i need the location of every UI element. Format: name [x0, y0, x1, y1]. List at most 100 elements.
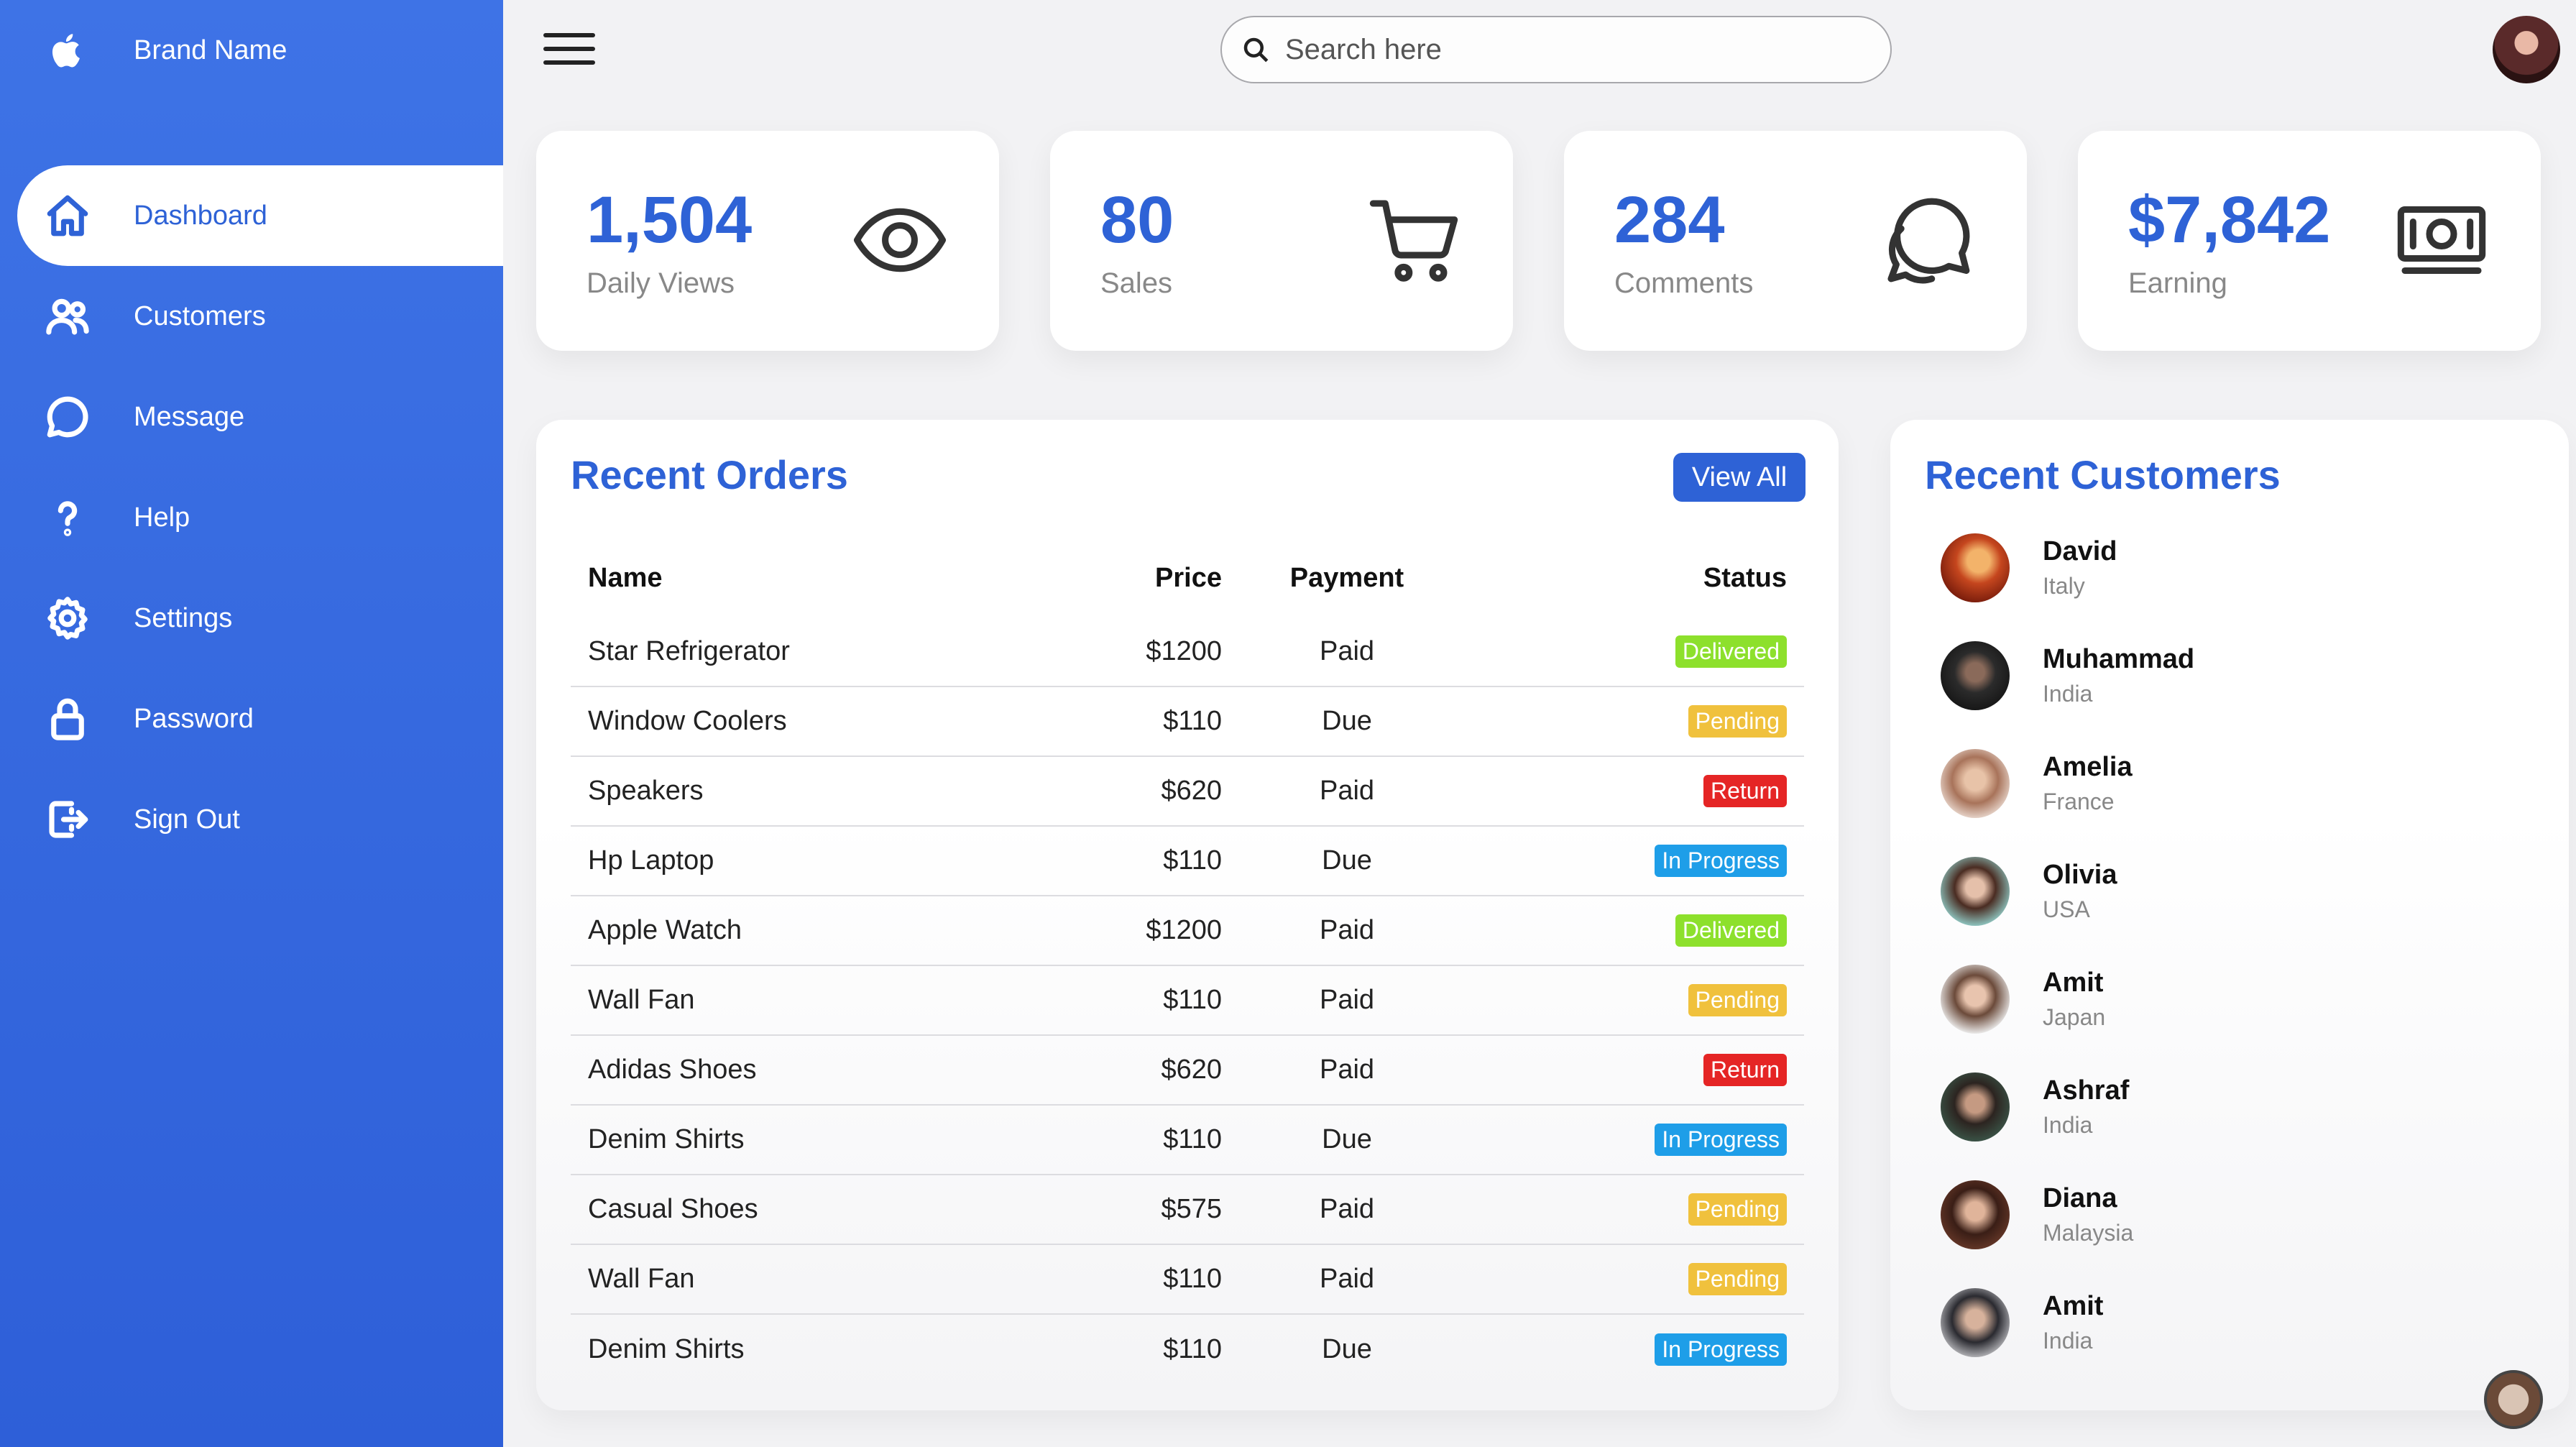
table-row[interactable]: Apple Watch $1200 Paid Delivered: [571, 896, 1804, 966]
sidebar-item-label: Customers: [134, 300, 266, 331]
order-name: Hp Laptop: [571, 826, 1016, 896]
menu-toggle-button[interactable]: [540, 27, 598, 70]
customer-avatar: [1941, 1072, 2010, 1141]
customer-avatar: [1941, 965, 2010, 1034]
sidebar-item-customers[interactable]: Customers: [17, 266, 503, 367]
sidebar-item-help[interactable]: Help: [17, 467, 503, 568]
table-row[interactable]: Denim Shirts $110 Due In Progress: [571, 1105, 1804, 1175]
status-badge: Return: [1703, 775, 1787, 807]
recent-orders-title: Recent Orders: [571, 452, 848, 497]
customer-name: David: [2043, 536, 2117, 566]
table-row[interactable]: Adidas Shoes $620 Paid Return: [571, 1035, 1804, 1106]
apple-logo-icon: [17, 0, 118, 101]
table-row[interactable]: Casual Shoes $575 Paid Pending: [571, 1175, 1804, 1245]
order-price: $110: [1016, 1244, 1239, 1315]
comments-icon: [1879, 191, 1977, 289]
customer-name: Amelia: [2043, 752, 2133, 782]
column-header-status: Status: [1703, 562, 1787, 593]
stat-value: 80: [1100, 183, 1174, 257]
sidebar-item-password[interactable]: Password: [17, 669, 503, 769]
user-avatar[interactable]: [2493, 16, 2560, 83]
customer-info: Ashraf India: [2043, 1075, 2129, 1139]
order-payment: Paid: [1239, 756, 1455, 827]
order-price: $110: [1016, 1105, 1239, 1175]
list-item[interactable]: Olivia USA: [1941, 848, 2530, 934]
hamburger-icon: [543, 47, 595, 51]
customer-info: David Italy: [2043, 536, 2117, 600]
customer-name: Olivia: [2043, 860, 2117, 890]
order-price: $1200: [1016, 617, 1239, 687]
order-price: $575: [1016, 1175, 1239, 1245]
stat-card-earning[interactable]: $7,842 Earning: [2078, 131, 2541, 351]
stat-label: Daily Views: [586, 267, 735, 299]
stat-card-comments[interactable]: 284 Comments: [1564, 131, 2027, 351]
stat-card-sales[interactable]: 80 Sales: [1050, 131, 1513, 351]
order-name: Denim Shirts: [571, 1105, 1016, 1175]
cart-icon: [1365, 191, 1463, 289]
stat-value: 1,504: [586, 183, 753, 257]
table-row[interactable]: Wall Fan $110 Paid Pending: [571, 1244, 1804, 1315]
list-item[interactable]: Amit Japan: [1941, 956, 2530, 1042]
order-name: Speakers: [571, 756, 1016, 827]
status-badge: Delivered: [1675, 635, 1787, 668]
order-status-cell: Delivered: [1455, 617, 1804, 687]
sidebar: Brand Name Dashboard Customers Message H: [0, 0, 503, 1447]
list-item[interactable]: Amit India: [1941, 1280, 2530, 1366]
list-item[interactable]: Diana Malaysia: [1941, 1172, 2530, 1258]
order-status-cell: In Progress: [1455, 1314, 1804, 1384]
customer-info: Amelia France: [2043, 752, 2133, 815]
stat-label: Earning: [2128, 267, 2227, 299]
table-row[interactable]: Window Coolers $110 Due Pending: [571, 686, 1804, 757]
order-name: Wall Fan: [571, 965, 1016, 1036]
status-badge: Delivered: [1675, 914, 1787, 947]
sidebar-item-label: Sign Out: [134, 804, 240, 835]
table-header-row: Name Price Payment Status: [571, 539, 1804, 617]
list-item[interactable]: Amelia France: [1941, 740, 2530, 827]
sign-out-icon: [17, 769, 118, 870]
customer-country: India: [2043, 1112, 2093, 1138]
customer-avatar: [1941, 1288, 2010, 1357]
customer-name: Amit: [2043, 968, 2104, 998]
sidebar-item-sign-out[interactable]: Sign Out: [17, 769, 503, 870]
money-icon: [2393, 191, 2490, 289]
table-row[interactable]: Wall Fan $110 Paid Pending: [571, 965, 1804, 1036]
home-icon: [17, 165, 118, 266]
search-icon: [1243, 37, 1269, 63]
sidebar-item-message[interactable]: Message: [17, 367, 503, 467]
customer-country: Japan: [2043, 1004, 2106, 1030]
sidebar-item-label: Dashboard: [134, 200, 267, 231]
sidebar-item-dashboard[interactable]: Dashboard: [17, 165, 503, 266]
order-price: $620: [1016, 756, 1239, 827]
column-header-payment: Payment: [1289, 562, 1404, 593]
status-badge: Pending: [1688, 705, 1787, 738]
sidebar-item-settings[interactable]: Settings: [17, 568, 503, 669]
stat-label: Sales: [1100, 267, 1173, 299]
table-row[interactable]: Speakers $620 Paid Return: [571, 756, 1804, 827]
customer-country: India: [2043, 681, 2093, 707]
column-header-name: Name: [588, 562, 663, 593]
table-row[interactable]: Hp Laptop $110 Due In Progress: [571, 826, 1804, 896]
order-payment: Paid: [1239, 965, 1455, 1036]
list-item[interactable]: David Italy: [1941, 525, 2530, 611]
hamburger-icon: [543, 33, 595, 37]
order-name: Adidas Shoes: [571, 1035, 1016, 1106]
table-row[interactable]: Denim Shirts $110 Due In Progress: [571, 1314, 1804, 1384]
gear-icon: [17, 568, 118, 669]
customer-country: USA: [2043, 896, 2090, 922]
view-all-button[interactable]: View All: [1673, 453, 1806, 502]
customer-avatar: [1941, 749, 2010, 818]
sidebar-brand[interactable]: Brand Name: [17, 0, 503, 101]
stat-card-daily-views[interactable]: 1,504 Daily Views: [536, 131, 999, 351]
list-item[interactable]: Muhammad India: [1941, 633, 2530, 719]
status-badge: Pending: [1688, 1263, 1787, 1295]
status-badge: Return: [1703, 1054, 1787, 1086]
table-row[interactable]: Star Refrigerator $1200 Paid Delivered: [571, 617, 1804, 687]
status-badge: In Progress: [1655, 1124, 1787, 1156]
order-status-cell: Pending: [1455, 686, 1804, 757]
sidebar-item-label: Password: [134, 703, 254, 734]
search-input[interactable]: [1285, 33, 1860, 66]
customer-avatar: [1941, 641, 2010, 710]
sidebar-item-label: Help: [134, 502, 190, 533]
order-name: Star Refrigerator: [571, 617, 1016, 687]
list-item[interactable]: Ashraf India: [1941, 1064, 2530, 1150]
